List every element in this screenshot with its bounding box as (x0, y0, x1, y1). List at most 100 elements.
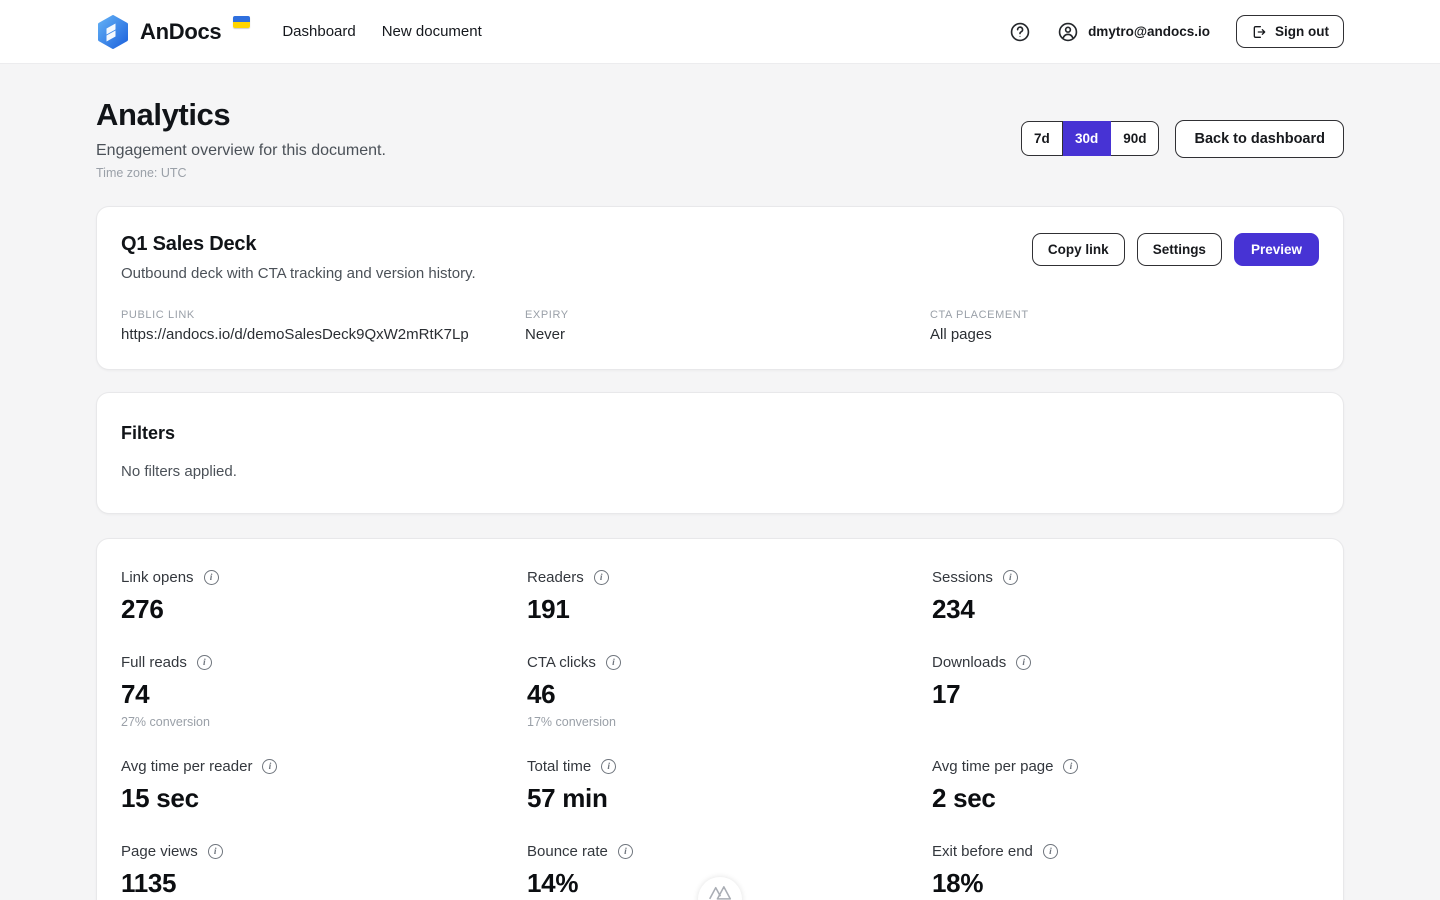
page-head-text: Analytics Engagement overview for this d… (96, 97, 386, 180)
sign-out-label: Sign out (1275, 24, 1329, 39)
metric-label: Full reads (121, 654, 187, 671)
metric-label: Sessions (932, 569, 993, 586)
settings-button[interactable]: Settings (1137, 233, 1222, 266)
head-controls: 7d 30d 90d Back to dashboard (1021, 120, 1344, 158)
copy-link-button[interactable]: Copy link (1032, 233, 1125, 266)
preview-button[interactable]: Preview (1234, 233, 1319, 266)
info-icon[interactable] (197, 655, 212, 670)
metric-label: Avg time per page (932, 758, 1053, 775)
metric-avg-time-per-reader: Avg time per reader 15 sec (121, 758, 527, 814)
metric-label: Link opens (121, 569, 194, 586)
info-icon[interactable] (262, 759, 277, 774)
date-range-segmented: 7d 30d 90d (1021, 121, 1160, 156)
metrics-grid: Link opens 276 Readers 191 Sessions 234 … (121, 569, 1319, 900)
user-icon (1057, 21, 1079, 43)
app-header: AnDocs Dashboard New document dmytro@and… (0, 0, 1440, 64)
metric-value: 191 (527, 594, 932, 625)
document-card-top: Q1 Sales Deck Outbound deck with CTA tra… (121, 233, 1319, 282)
range-90d-button[interactable]: 90d (1111, 121, 1159, 156)
metric-label: Readers (527, 569, 584, 586)
metric-readers: Readers 191 (527, 569, 932, 625)
document-meta: PUBLIC LINK https://andocs.io/d/demoSale… (121, 309, 1319, 343)
meta-label: PUBLIC LINK (121, 309, 525, 321)
metric-value: 234 (932, 594, 1319, 625)
metric-label: Bounce rate (527, 843, 608, 860)
public-link-value: https://andocs.io/d/demoSalesDeck9QxW2mR… (121, 326, 525, 343)
metric-value: 57 min (527, 783, 932, 814)
info-icon[interactable] (594, 570, 609, 585)
andocs-cube-icon (96, 15, 130, 49)
info-icon[interactable] (601, 759, 616, 774)
metric-exit-before-end: Exit before end 18% 51 sessions (932, 843, 1319, 900)
filters-empty-text: No filters applied. (121, 463, 1319, 480)
metric-downloads: Downloads 17 (932, 654, 1319, 729)
document-card-titles: Q1 Sales Deck Outbound deck with CTA tra… (121, 233, 476, 282)
main-nav: Dashboard New document (282, 23, 481, 40)
meta-label: CTA PLACEMENT (930, 309, 1319, 321)
metric-label: Downloads (932, 654, 1006, 671)
cta-placement-value: All pages (930, 326, 1319, 343)
mountains-icon (708, 883, 732, 900)
page-subtitle: Engagement overview for this document. (96, 142, 386, 160)
info-icon[interactable] (1063, 759, 1078, 774)
document-description: Outbound deck with CTA tracking and vers… (121, 265, 476, 282)
header-right: dmytro@andocs.io Sign out (1009, 15, 1344, 48)
metric-value: 17 (932, 679, 1319, 710)
range-7d-button[interactable]: 7d (1021, 121, 1063, 156)
metrics-card: Link opens 276 Readers 191 Sessions 234 … (96, 538, 1344, 900)
metric-value: 1135 (121, 868, 527, 899)
metric-label: Total time (527, 758, 591, 775)
metric-page-views: Page views 1135 (121, 843, 527, 900)
metric-value: 74 (121, 679, 527, 710)
back-to-dashboard-button[interactable]: Back to dashboard (1175, 120, 1344, 158)
metric-sub: 17% conversion (527, 715, 932, 729)
page-title: Analytics (96, 97, 386, 133)
page-head: Analytics Engagement overview for this d… (96, 97, 1344, 180)
metric-value: 276 (121, 594, 527, 625)
help-icon[interactable] (1009, 21, 1031, 43)
account-email: dmytro@andocs.io (1088, 24, 1210, 39)
metric-value: 2 sec (932, 783, 1319, 814)
brand-logo[interactable]: AnDocs (96, 14, 250, 49)
filters-card: Filters No filters applied. (96, 392, 1344, 514)
account-chip: dmytro@andocs.io (1057, 21, 1210, 43)
metric-link-opens: Link opens 276 (121, 569, 527, 625)
timezone-note: Time zone: UTC (96, 166, 386, 180)
sign-out-button[interactable]: Sign out (1236, 15, 1344, 48)
brand-name: AnDocs (140, 19, 221, 45)
document-title: Q1 Sales Deck (121, 233, 476, 256)
meta-expiry: EXPIRY Never (525, 309, 930, 343)
sign-out-icon (1251, 24, 1267, 40)
metric-total-time: Total time 57 min (527, 758, 932, 814)
nav-dashboard[interactable]: Dashboard (282, 23, 355, 40)
metric-label: CTA clicks (527, 654, 596, 671)
info-icon[interactable] (1043, 844, 1058, 859)
meta-public-link: PUBLIC LINK https://andocs.io/d/demoSale… (121, 309, 525, 343)
info-icon[interactable] (1016, 655, 1031, 670)
metric-label: Avg time per reader (121, 758, 252, 775)
ukraine-flag-icon (233, 16, 250, 28)
metric-cta-clicks: CTA clicks 46 17% conversion (527, 654, 932, 729)
metric-sub: 27% conversion (121, 715, 527, 729)
nav-new-document[interactable]: New document (382, 23, 482, 40)
info-icon[interactable] (1003, 570, 1018, 585)
metric-label: Page views (121, 843, 198, 860)
expiry-value: Never (525, 326, 930, 343)
metric-full-reads: Full reads 74 27% conversion (121, 654, 527, 729)
filters-title: Filters (121, 423, 1319, 444)
metric-value: 18% (932, 868, 1319, 899)
info-icon[interactable] (618, 844, 633, 859)
meta-label: EXPIRY (525, 309, 930, 321)
metric-sessions: Sessions 234 (932, 569, 1319, 625)
metric-label: Exit before end (932, 843, 1033, 860)
info-icon[interactable] (208, 844, 223, 859)
document-actions: Copy link Settings Preview (1032, 233, 1319, 266)
meta-cta-placement: CTA PLACEMENT All pages (930, 309, 1319, 343)
metric-value: 15 sec (121, 783, 527, 814)
info-icon[interactable] (606, 655, 621, 670)
info-icon[interactable] (204, 570, 219, 585)
range-30d-button[interactable]: 30d (1063, 121, 1111, 156)
metric-avg-time-per-page: Avg time per page 2 sec (932, 758, 1319, 814)
metric-value: 46 (527, 679, 932, 710)
document-card: Q1 Sales Deck Outbound deck with CTA tra… (96, 206, 1344, 370)
